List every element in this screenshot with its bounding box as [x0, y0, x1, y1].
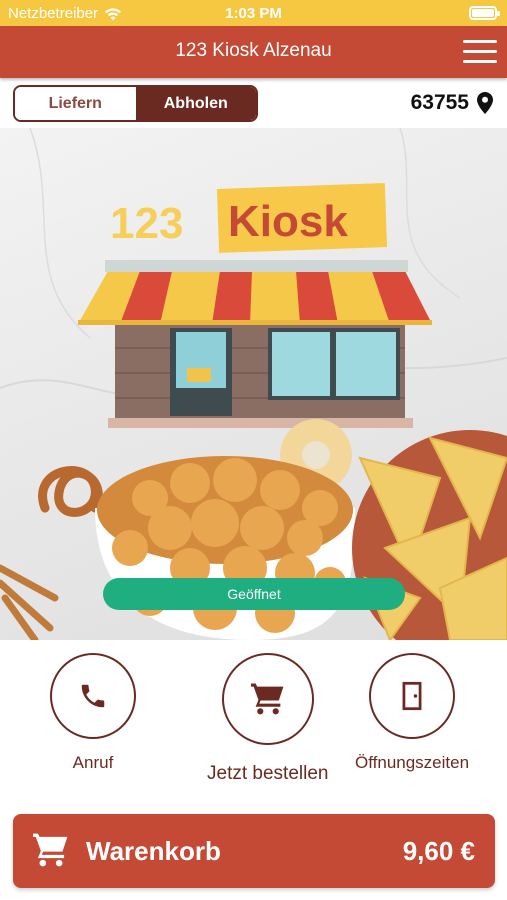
call-label: Anruf: [72, 753, 114, 772]
cart-label: Warenkorb: [86, 836, 221, 866]
opening-hours-button-circle[interactable]: [369, 653, 456, 739]
call-button-circle[interactable]: [50, 653, 136, 739]
hero-banner: 123 Kiosk: [0, 128, 507, 640]
location-pin-icon: [477, 92, 493, 114]
tab-liefern[interactable]: Liefern: [15, 87, 136, 120]
order-now-button-circle[interactable]: [221, 653, 314, 745]
order-now-label: Jetzt bestellen: [207, 763, 329, 784]
opening-hours-button[interactable]: Öffnungszeiten: [355, 653, 469, 773]
logo-word: Kiosk: [228, 197, 348, 246]
location-selector[interactable]: 63755: [411, 91, 493, 115]
logo-number: 123: [110, 199, 183, 248]
page-title: 123 Kiosk Alzenau: [175, 40, 332, 61]
opening-hours-label: Öffnungszeiten: [355, 753, 470, 772]
hamburger-menu-icon[interactable]: [463, 38, 497, 66]
app-header: 123 Kiosk Alzenau: [0, 26, 507, 78]
order-now-button[interactable]: Jetzt bestellen: [207, 653, 328, 785]
phone-icon: [81, 684, 105, 708]
open-status-badge[interactable]: Geöffnet: [103, 578, 405, 610]
call-button[interactable]: Anruf: [50, 653, 136, 773]
delivery-mode-toggle: Liefern Abholen: [13, 85, 258, 122]
cart-icon: [33, 833, 68, 867]
cart-total: 9,60 €: [402, 836, 475, 866]
status-bar: Netzbetreiber 1:03 PM: [0, 0, 507, 26]
zip-code: 63755: [410, 91, 469, 114]
door-icon: [402, 681, 422, 711]
tab-abholen[interactable]: Abholen: [135, 87, 256, 120]
status-time: 1:03 PM: [225, 5, 282, 22]
kiosk-illustration: 123 Kiosk: [0, 128, 507, 640]
battery-icon: [469, 6, 500, 20]
cart-button[interactable]: Warenkorb 9,60 €: [13, 814, 495, 888]
cart-icon: [250, 683, 284, 715]
